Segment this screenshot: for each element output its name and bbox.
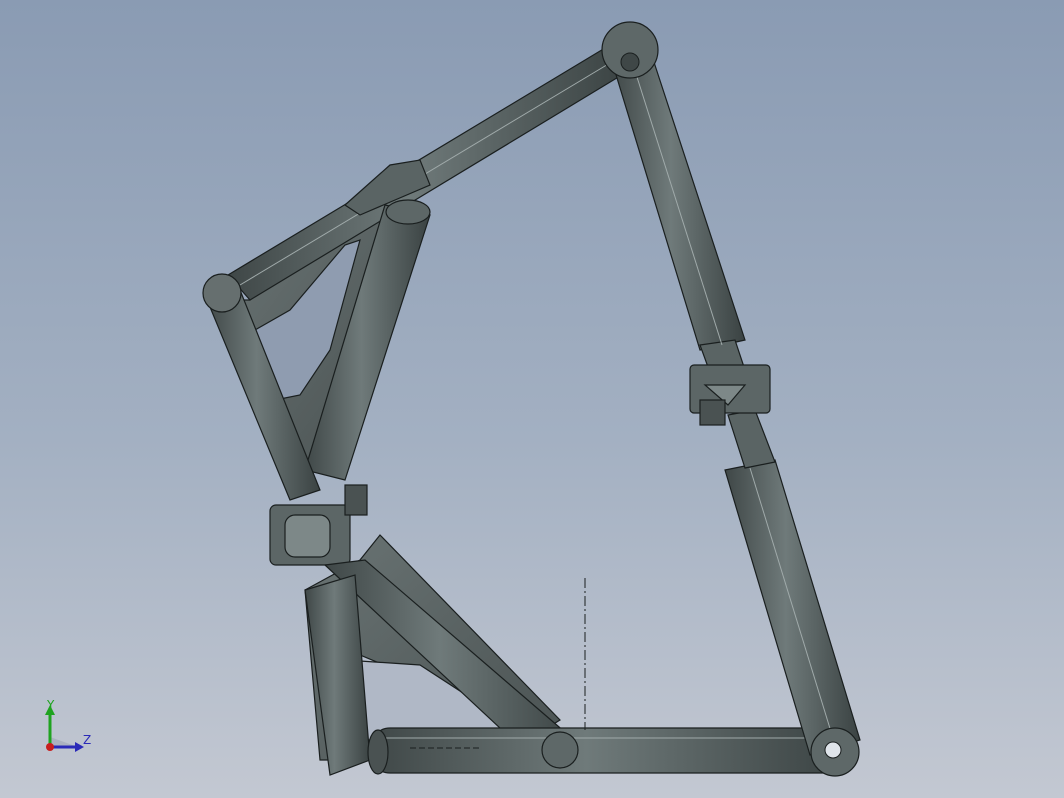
bottom-arm (367, 727, 851, 775)
view-triad[interactable]: Y Z (30, 695, 110, 765)
right-lower-actuator (724, 409, 861, 756)
suspension-linkage-model[interactable] (0, 0, 1064, 798)
triad-y-label: Y (47, 698, 55, 712)
top-arm (227, 44, 631, 301)
triad-z-label: Z (83, 733, 92, 747)
graphics-viewport[interactable]: Y Z (0, 0, 1064, 798)
middle-clevis (269, 484, 368, 566)
right-upper-actuator (609, 49, 746, 379)
triad-axes (45, 705, 84, 752)
upper-left-joint (202, 273, 242, 313)
top-right-pivot (601, 21, 659, 79)
bottom-right-pivot (810, 727, 860, 777)
bottom-left-pivot (541, 731, 579, 769)
